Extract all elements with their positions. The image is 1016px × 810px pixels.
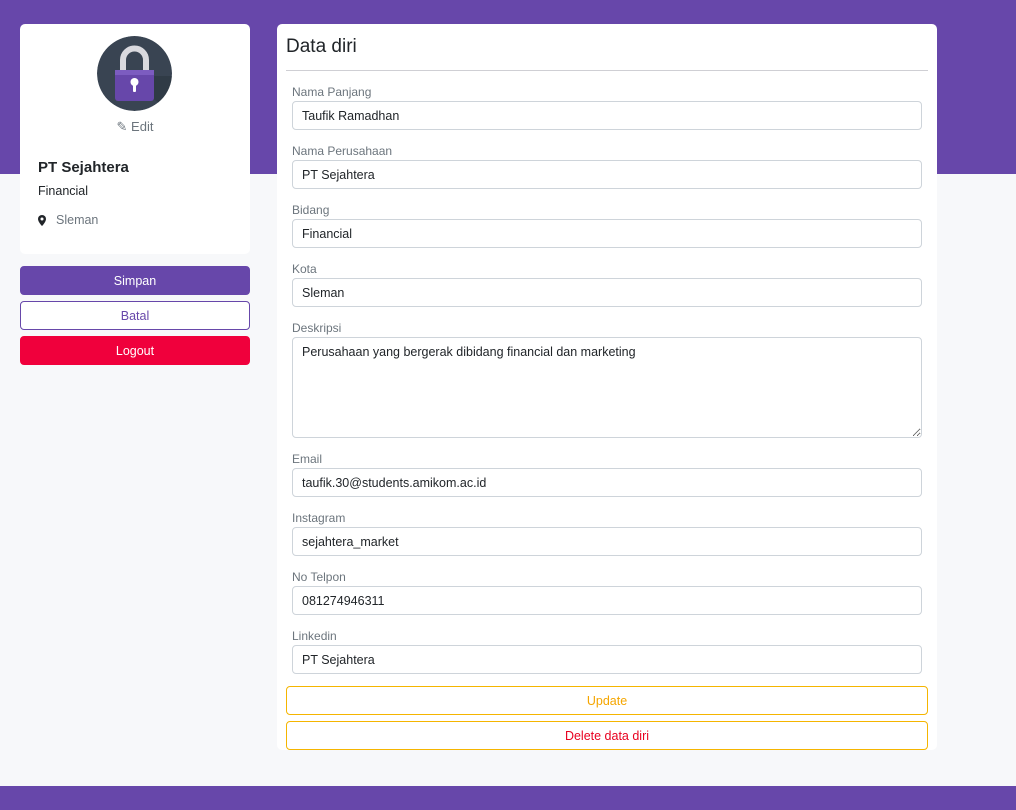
description-label: Deskripsi (292, 321, 342, 335)
edit-avatar-link[interactable]: ✎ Edit (20, 119, 250, 135)
location: Sleman (38, 213, 98, 227)
padlock-icon (97, 36, 172, 111)
business-field-label: Bidang (292, 203, 330, 217)
full-name-label: Nama Panjang (292, 85, 372, 99)
company-name-label: Nama Perusahaan (292, 144, 393, 158)
cancel-button[interactable]: Batal (20, 301, 250, 330)
instagram-label: Instagram (292, 511, 346, 525)
personal-data-panel: Data diri Nama Panjang Nama Perusahaan B… (277, 24, 937, 750)
company-name: PT Sejahtera (38, 159, 129, 176)
logout-button[interactable]: Logout (20, 336, 250, 365)
linkedin-label: Linkedin (292, 629, 337, 643)
full-name-input[interactable] (292, 101, 922, 130)
city-label: Kota (292, 262, 317, 276)
linkedin-input[interactable] (292, 645, 922, 674)
email-input[interactable] (292, 468, 922, 497)
map-pin-icon (38, 214, 46, 226)
description-textarea[interactable]: Perusahaan yang bergerak dibidang financ… (292, 337, 922, 438)
business-field-input[interactable] (292, 219, 922, 248)
divider (286, 70, 928, 71)
update-button[interactable]: Update (286, 686, 928, 715)
instagram-input[interactable] (292, 527, 922, 556)
panel-title: Data diri (286, 36, 357, 57)
location-text: Sleman (56, 213, 99, 227)
phone-label: No Telpon (292, 570, 346, 584)
email-label: Email (292, 452, 323, 466)
city-input[interactable] (292, 278, 922, 307)
profile-card: ✎ Edit PT Sejahtera Financial Sleman (20, 24, 250, 254)
phone-input[interactable] (292, 586, 922, 615)
save-button[interactable]: Simpan (20, 266, 250, 295)
company-name-input[interactable] (292, 160, 922, 189)
footer-band (0, 786, 1016, 810)
company-field: Financial (38, 184, 89, 198)
delete-data-button[interactable]: Delete data diri (286, 721, 928, 750)
